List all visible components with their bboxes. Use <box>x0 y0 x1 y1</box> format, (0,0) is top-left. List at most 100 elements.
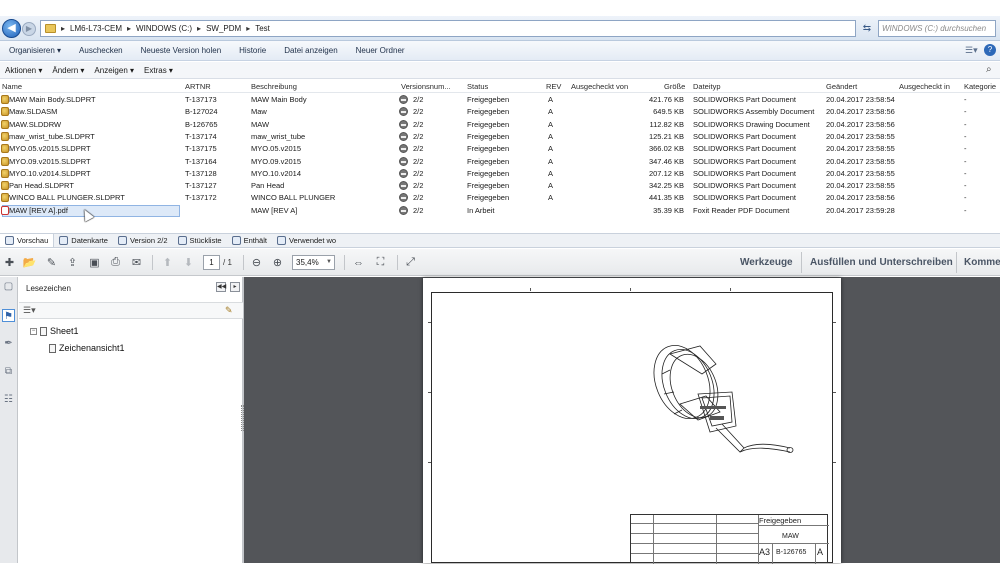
get-latest-button[interactable]: Neueste Version holen <box>132 46 231 55</box>
column-header-size[interactable]: Größe <box>664 82 685 91</box>
column-header-name[interactable]: Name <box>2 82 22 91</box>
column-header-rev[interactable]: REV <box>546 82 561 91</box>
cell-size: 35.39 KB <box>653 205 684 215</box>
tools-panel-button[interactable]: Werkzeuge <box>740 257 793 268</box>
tab-datacard[interactable]: Datenkarte <box>54 234 113 247</box>
cell-size: 649.5 KB <box>653 107 684 117</box>
tab-where-used[interactable]: Verwendet wo <box>272 234 341 247</box>
file-row[interactable]: maw_wrist_tube.SLDPRT T-137174 maw_wrist_t… <box>0 131 1000 143</box>
new-folder-button[interactable]: Neuer Ordner <box>347 46 414 55</box>
create-pdf-button[interactable]: ✚ <box>1 254 18 271</box>
toolbar-separator <box>397 255 398 270</box>
cell-artnr: T-137175 <box>185 144 217 154</box>
search-input[interactable]: WINDOWS (C:) durchsuchen <box>878 20 996 37</box>
bookmark-icon[interactable]: ⚑ <box>2 309 15 322</box>
file-row[interactable]: MYO.09.v2015.SLDPRT T-137164 MYO.09.v2015 2… <box>0 156 1000 168</box>
bookmark-sheet1[interactable]: − Sheet1 <box>30 326 79 336</box>
cell-category: - <box>964 156 967 166</box>
view-options-icon[interactable]: ☰▾ <box>965 45 978 56</box>
column-header-filetype[interactable]: Dateityp <box>693 82 721 91</box>
contains-icon <box>231 236 241 245</box>
breadcrumb-drive[interactable]: WINDOWS (C:) <box>136 24 192 33</box>
tab-preview[interactable]: Vorschau <box>0 234 55 247</box>
collapse-panel-button[interactable]: ◀◀ <box>216 282 226 292</box>
version-status-icon <box>399 144 408 154</box>
full-screen-button[interactable]: ⤢ <box>402 254 419 271</box>
tools-menu[interactable]: Extras ▾ <box>139 66 178 75</box>
fill-sign-panel-button[interactable]: Ausfüllen und Unterschreiben <box>810 257 953 268</box>
breadcrumb-computer[interactable]: LM6-L73-CEM <box>70 24 122 33</box>
tab-contains[interactable]: Enthält <box>227 234 272 247</box>
file-row[interactable]: MYO.05.v2015.SLDPRT T-137175 MYO.05.v2015 2… <box>0 143 1000 155</box>
layers-icon[interactable]: ☷ <box>2 393 15 406</box>
column-header-checked-out-in[interactable]: Ausgecheckt in <box>899 82 950 91</box>
fit-page-button[interactable]: ⛶ <box>372 254 389 271</box>
previous-page-button[interactable]: ⬆ <box>159 254 176 271</box>
bookmark-options-icon[interactable]: ☰▾ <box>23 305 36 316</box>
zoom-select[interactable]: 35,4% ▼ <box>292 255 335 270</box>
file-row[interactable]: WINCO BALL PLUNGER.SLDPRT T-137172 WINCO B… <box>0 192 1000 204</box>
help-icon[interactable]: ? <box>984 44 996 56</box>
magnifier-icon[interactable]: ⌕ <box>986 64 992 75</box>
column-header-status[interactable]: Status <box>467 82 488 91</box>
file-row[interactable]: MAW Main Body.SLDPRT T-137173 MAW Main Bod… <box>0 94 1000 106</box>
pdf-toolbar: ✚ 📂 ✎ ⇪ ▣ ⎙ ✉ ⬆ ⬇ 1 / 1 ⊖ ⊕ 35,4% ▼ ⇔ ⛶ ⤢… <box>0 249 1000 276</box>
navigation-rail: ▢ ⚑ ✒ ⧉ ☷ <box>0 277 18 563</box>
comment-panel-button[interactable]: Kommentar <box>964 257 1000 268</box>
file-row[interactable]: Pan Head.SLDPRT T-137127 Pan Head 2/2 Freige… <box>0 180 1000 192</box>
bookmark-edit-icon[interactable]: ✎ <box>225 305 233 316</box>
bookmarks-panel: Lesezeichen ◀◀ ▸ ☰▾ ✎ − Sheet1 Zeichenan… <box>19 277 243 563</box>
title-block-number: B-126765 <box>776 549 807 556</box>
email-button[interactable]: ✉ <box>128 254 145 271</box>
zoom-in-button[interactable]: ⊕ <box>269 254 286 271</box>
display-menu[interactable]: Anzeigen ▾ <box>89 66 139 75</box>
close-panel-button[interactable]: ▸ <box>230 282 240 292</box>
column-header-checked-out-by[interactable]: Ausgecheckt von <box>571 82 628 91</box>
collapse-toggle-icon[interactable]: − <box>30 327 37 335</box>
back-button[interactable]: ◀ <box>2 19 21 38</box>
save-button[interactable]: ▣ <box>86 254 103 271</box>
breadcrumb-vault[interactable]: SW_PDM <box>206 24 241 33</box>
expand-icon: ⤢ <box>406 256 415 268</box>
file-row[interactable]: MYO.10.v2014.SLDPRT T-137128 MYO.10.v2014 2… <box>0 168 1000 180</box>
modify-menu[interactable]: Ändern ▾ <box>47 66 89 75</box>
print-button[interactable]: ⎙ <box>107 254 124 271</box>
history-button[interactable]: Historie <box>230 46 275 55</box>
zoom-out-button[interactable]: ⊖ <box>248 254 265 271</box>
column-header-description[interactable]: Beschreibung <box>251 82 297 91</box>
breadcrumb-folder[interactable]: Test <box>255 24 270 33</box>
refresh-button[interactable]: ⇆ <box>858 20 876 37</box>
edit-button[interactable]: ✎ <box>43 254 60 271</box>
cell-description: maw_wrist_tube <box>251 131 306 141</box>
tab-bom[interactable]: Stückliste <box>173 234 227 247</box>
bookmark-drawing-view[interactable]: Zeichenansicht1 <box>49 343 125 353</box>
checkout-button[interactable]: Auschecken <box>70 46 132 55</box>
column-header-version[interactable]: Versionsnum... <box>401 82 451 91</box>
actions-menu[interactable]: Aktionen ▾ <box>0 66 47 75</box>
view-file-button[interactable]: Datei anzeigen <box>275 46 346 55</box>
column-header-category[interactable]: Kategorie <box>964 82 996 91</box>
share-button[interactable]: ⇪ <box>64 254 81 271</box>
column-header-artnr[interactable]: ARTNR <box>185 82 211 91</box>
file-row[interactable]: MAW.SLDDRW B-126765 MAW 2/2 Freigegeben A 112.… <box>0 119 1000 131</box>
cell-filetype: SOLIDWORKS Part Document <box>693 193 796 203</box>
forward-button[interactable]: ▶ <box>22 22 36 36</box>
file-row[interactable]: Maw.SLDASM B-127024 Maw 2/2 Freigegeben A 649.… <box>0 106 1000 118</box>
tab-version[interactable]: Version 2/2 <box>113 234 173 247</box>
fit-width-button[interactable]: ⇔ <box>350 254 367 271</box>
next-page-button[interactable]: ⬇ <box>180 254 197 271</box>
pdf-file-icon <box>1 205 9 215</box>
signature-icon[interactable]: ✒ <box>2 337 15 350</box>
page-number-input[interactable]: 1 <box>203 255 220 270</box>
attachment-icon[interactable]: ⧉ <box>2 365 15 378</box>
cell-file-name: MAW Main Body.SLDPRT <box>9 95 96 104</box>
file-row[interactable]: MAW [REV A].pdf MAW [REV A] 2/2 In Arbeit 35… <box>0 204 1000 217</box>
open-file-button[interactable]: 📂 <box>21 254 38 271</box>
column-header-modified[interactable]: Geändert <box>826 82 857 91</box>
organize-menu[interactable]: Organisieren ▾ <box>0 46 70 55</box>
cell-artnr: T-137128 <box>185 168 217 178</box>
pages-icon[interactable]: ▢ <box>2 280 15 293</box>
address-field[interactable]: ▸ LM6-L73-CEM ▸ WINDOWS (C:) ▸ SW_PDM ▸ … <box>40 20 856 37</box>
cell-size: 207.12 KB <box>648 168 684 178</box>
pdm-toolbar: Aktionen ▾ Ändern ▾ Anzeigen ▾ Extras ▾ <box>0 62 1000 79</box>
